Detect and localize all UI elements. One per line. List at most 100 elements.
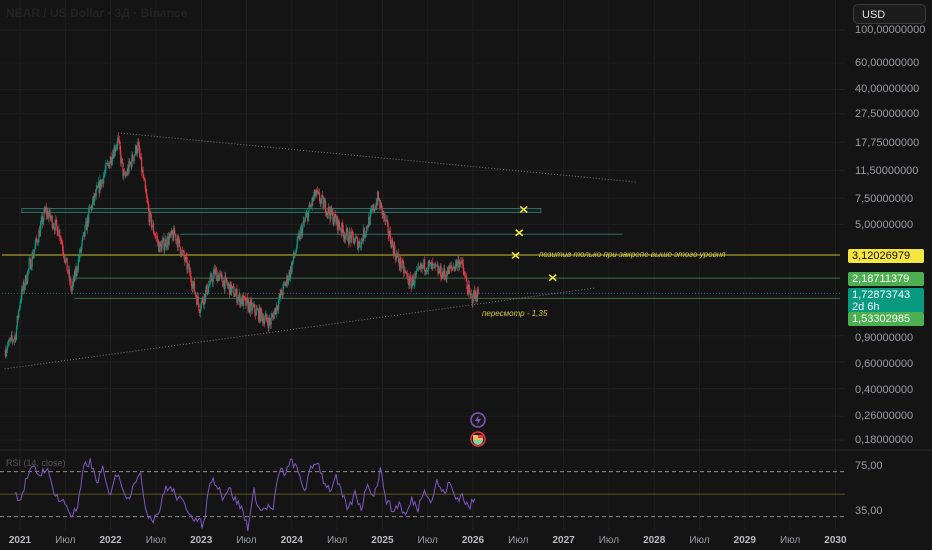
candle-body [246, 297, 248, 300]
candle-body [51, 216, 53, 228]
last-price-badge: 1,72873743 2d 6h [848, 288, 924, 313]
candle-body [61, 240, 63, 245]
candle-body [77, 259, 79, 271]
candle-body [406, 273, 409, 276]
candle-body [320, 199, 322, 204]
candle-body [56, 220, 58, 227]
candle-body [53, 226, 55, 228]
positive-note[interactable]: позитив только при закрепе выше этого ур… [539, 250, 725, 259]
candle-body [28, 262, 30, 269]
candle-body [225, 277, 228, 283]
time-axis-label: 2024 [280, 535, 303, 546]
candle-body [295, 248, 298, 252]
candle-body [212, 273, 214, 283]
price-axis-label: 100,00000000 [855, 24, 926, 36]
candle-body [208, 285, 210, 292]
currency-button[interactable]: USD [853, 4, 926, 24]
candle-body [168, 237, 170, 245]
candle-body [18, 309, 20, 318]
candle-body [20, 300, 22, 302]
candle-body [266, 313, 268, 320]
candle-body [88, 208, 90, 224]
candle-body [221, 274, 223, 282]
candle-body [195, 293, 197, 297]
candle-body [446, 275, 448, 280]
candle-body [179, 246, 181, 255]
candle-body [357, 244, 359, 250]
price-chart[interactable] [0, 0, 932, 550]
candle-body [282, 284, 284, 296]
candle-body [6, 349, 8, 353]
candle-body [166, 247, 168, 248]
lightning-icon[interactable] [470, 412, 486, 428]
chart-title: NEAR / US Dollar · 3Д · Binance [6, 6, 188, 20]
candle-body [71, 285, 73, 291]
candle-body [346, 228, 348, 230]
candle-body [469, 289, 471, 295]
candle-body [264, 315, 266, 321]
candle-body [285, 282, 287, 287]
level-badge-green-low: 1,53302985 [848, 312, 924, 326]
candle-body [315, 194, 317, 197]
candle-body [117, 137, 120, 140]
candle-body [7, 340, 9, 346]
candle-body [145, 188, 147, 194]
time-axis-label: Июл [598, 535, 620, 546]
candle-body [34, 244, 36, 250]
price-axis-label: 0,60000000 [855, 358, 914, 370]
candle-body [211, 274, 213, 281]
candle-body [59, 229, 61, 238]
candle-body [351, 231, 353, 243]
candle-body [307, 210, 310, 221]
candles [4, 133, 479, 360]
candle-body [116, 145, 118, 147]
candle-body [65, 259, 67, 263]
candle-body [466, 281, 468, 289]
candle-body [207, 291, 209, 295]
candle-body [104, 170, 106, 174]
flag-event-icon[interactable] [470, 431, 486, 447]
candle-body [30, 266, 33, 270]
candle-body [349, 231, 351, 236]
candle-body [374, 209, 376, 211]
review-note[interactable]: пересмотр - 1,35 [482, 309, 547, 318]
rsi-axis-label: 35,00 [855, 505, 883, 517]
candle-body [338, 219, 340, 227]
candle-body [463, 270, 465, 276]
candle-body [237, 300, 239, 303]
time-axis-label: Июл [779, 535, 801, 546]
candle-body [59, 237, 62, 240]
candle-body [387, 221, 389, 234]
candle-body [426, 269, 429, 271]
candle-body [263, 320, 266, 325]
candle-body [13, 338, 15, 341]
candle-body [462, 263, 464, 271]
candle-body [171, 230, 173, 235]
price-axis-label: 5,00000000 [855, 219, 914, 231]
candle-body [260, 308, 263, 314]
candle-body [138, 142, 140, 146]
candle-body [205, 290, 207, 301]
candle-body [220, 273, 222, 275]
candle-body [78, 258, 80, 260]
candle-body [147, 203, 149, 209]
candle-body [450, 265, 452, 268]
candle-body [62, 250, 65, 256]
candle-body [68, 269, 70, 281]
candle-body [111, 161, 113, 164]
candle-body [43, 209, 45, 220]
candle-body [417, 267, 419, 270]
candle-body [301, 226, 304, 236]
candle-body [150, 214, 152, 228]
candle-body [402, 260, 404, 264]
candle-body [374, 208, 377, 210]
candle-body [342, 222, 344, 230]
candle-body [456, 262, 458, 267]
candle-body [292, 260, 294, 263]
candle-body [164, 246, 166, 251]
candle-body [66, 257, 68, 272]
candle-body [42, 219, 44, 224]
candle-body [76, 270, 79, 272]
price-axis-label: 40,00000000 [855, 83, 920, 95]
candle-body [194, 291, 196, 294]
